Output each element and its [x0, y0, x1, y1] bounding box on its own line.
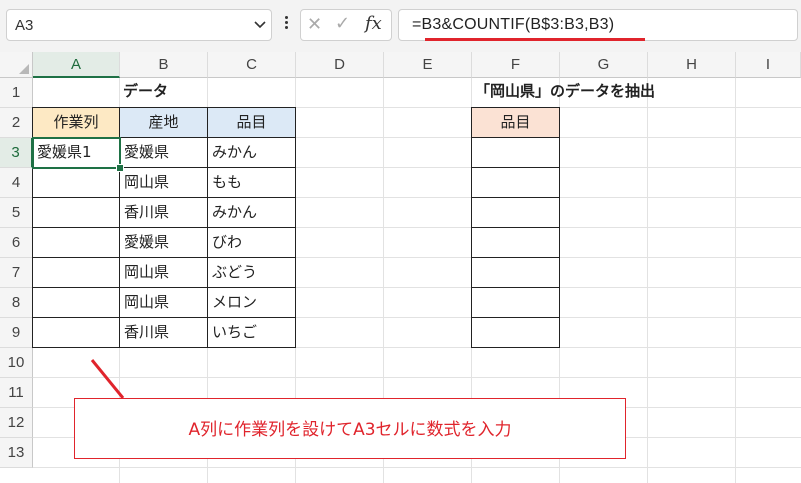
cell-work-column[interactable]: [32, 317, 120, 348]
cell-origin[interactable]: 岡山県: [119, 167, 208, 198]
fill-handle[interactable]: [116, 164, 124, 172]
cell-extract-item[interactable]: [471, 167, 560, 198]
cell-header-extract-item[interactable]: 品目: [471, 107, 560, 138]
active-cell-outline: [32, 137, 121, 169]
chevron-down-icon[interactable]: [253, 15, 267, 35]
row-header-9[interactable]: 9: [0, 318, 33, 348]
cell-title-data[interactable]: データ: [119, 77, 320, 108]
column-header-g[interactable]: G: [560, 52, 648, 78]
column-header-b[interactable]: B: [120, 52, 208, 78]
cell-extract-item[interactable]: [471, 257, 560, 288]
cell-item[interactable]: いちご: [207, 317, 296, 348]
cell-work-column[interactable]: [32, 167, 120, 198]
cell-work-column[interactable]: [32, 287, 120, 318]
cell-item[interactable]: みかん: [207, 197, 296, 228]
row-header-4[interactable]: 4: [0, 168, 33, 198]
cell-extract-item[interactable]: [471, 197, 560, 228]
cell-extract-item[interactable]: [471, 317, 560, 348]
gridline-horizontal: [33, 377, 801, 378]
formula-text: =B3&COUNTIF(B$3:B3,B3): [412, 16, 615, 33]
select-all-corner[interactable]: [0, 52, 33, 78]
cell-item[interactable]: びわ: [207, 227, 296, 258]
cell-origin[interactable]: 岡山県: [119, 257, 208, 288]
cell-extract-item[interactable]: [471, 287, 560, 318]
column-header-h[interactable]: H: [648, 52, 736, 78]
cell-extract-item[interactable]: [471, 227, 560, 258]
formula-tools: ✕ ✓ fx: [300, 9, 392, 41]
column-header-d[interactable]: D: [296, 52, 384, 78]
gridline-vertical: [647, 78, 648, 483]
row-header-3[interactable]: 3: [0, 138, 33, 168]
cell-work-column[interactable]: [32, 257, 120, 288]
cancel-icon[interactable]: ✕: [307, 14, 322, 35]
column-header-f[interactable]: F: [472, 52, 560, 78]
row-header-5[interactable]: 5: [0, 198, 33, 228]
column-header-e[interactable]: E: [384, 52, 472, 78]
row-header-6[interactable]: 6: [0, 228, 33, 258]
row-header-8[interactable]: 8: [0, 288, 33, 318]
cell-origin[interactable]: 岡山県: [119, 287, 208, 318]
callout-pointer-line: [90, 359, 125, 399]
insert-function-icon[interactable]: fx: [365, 13, 382, 34]
cell-header-item[interactable]: 品目: [207, 107, 296, 138]
enter-icon[interactable]: ✓: [335, 13, 350, 34]
cell-origin[interactable]: 愛媛県: [119, 137, 208, 168]
row-header-1[interactable]: 1: [0, 78, 33, 108]
cell-origin[interactable]: 愛媛県: [119, 227, 208, 258]
row-header-7[interactable]: 7: [0, 258, 33, 288]
column-header-i[interactable]: I: [736, 52, 801, 78]
cell-origin[interactable]: 香川県: [119, 317, 208, 348]
annotation-callout: A列に作業列を設けてA3セルに数式を入力: [74, 398, 626, 459]
cell-item[interactable]: みかん: [207, 137, 296, 168]
row-header-13[interactable]: 13: [0, 438, 33, 468]
row-header-2[interactable]: 2: [0, 108, 33, 138]
column-header-c[interactable]: C: [208, 52, 296, 78]
cell-work-column[interactable]: [32, 227, 120, 258]
cell-item[interactable]: ぶどう: [207, 257, 296, 288]
gridline-horizontal: [33, 467, 801, 468]
row-header-11[interactable]: 11: [0, 378, 33, 408]
gridline-vertical: [735, 78, 736, 483]
cell-item[interactable]: もも: [207, 167, 296, 198]
cell-extract-item[interactable]: [471, 137, 560, 168]
column-header-a[interactable]: A: [33, 52, 120, 78]
cell-header-origin[interactable]: 産地: [119, 107, 208, 138]
cell-item[interactable]: メロン: [207, 287, 296, 318]
formula-input[interactable]: =B3&COUNTIF(B$3:B3,B3): [398, 9, 798, 41]
cell-header-work-column[interactable]: 作業列: [32, 107, 120, 138]
cell-title-extract[interactable]: 「岡山県」のデータを抽出: [471, 77, 732, 108]
row-header-10[interactable]: 10: [0, 348, 33, 378]
row-header-12[interactable]: 12: [0, 408, 33, 438]
cell-work-column[interactable]: [32, 197, 120, 228]
cell-origin[interactable]: 香川県: [119, 197, 208, 228]
more-options-icon[interactable]: [282, 14, 290, 36]
name-box-value: A3: [15, 17, 34, 34]
formula-underline: [425, 38, 645, 41]
formula-bar: A3 ✕ ✓ fx =B3&COUNTIF(B$3:B3,B3): [0, 0, 801, 52]
callout-text: A列に作業列を設けてA3セルに数式を入力: [188, 420, 512, 440]
name-box[interactable]: A3: [6, 9, 272, 41]
